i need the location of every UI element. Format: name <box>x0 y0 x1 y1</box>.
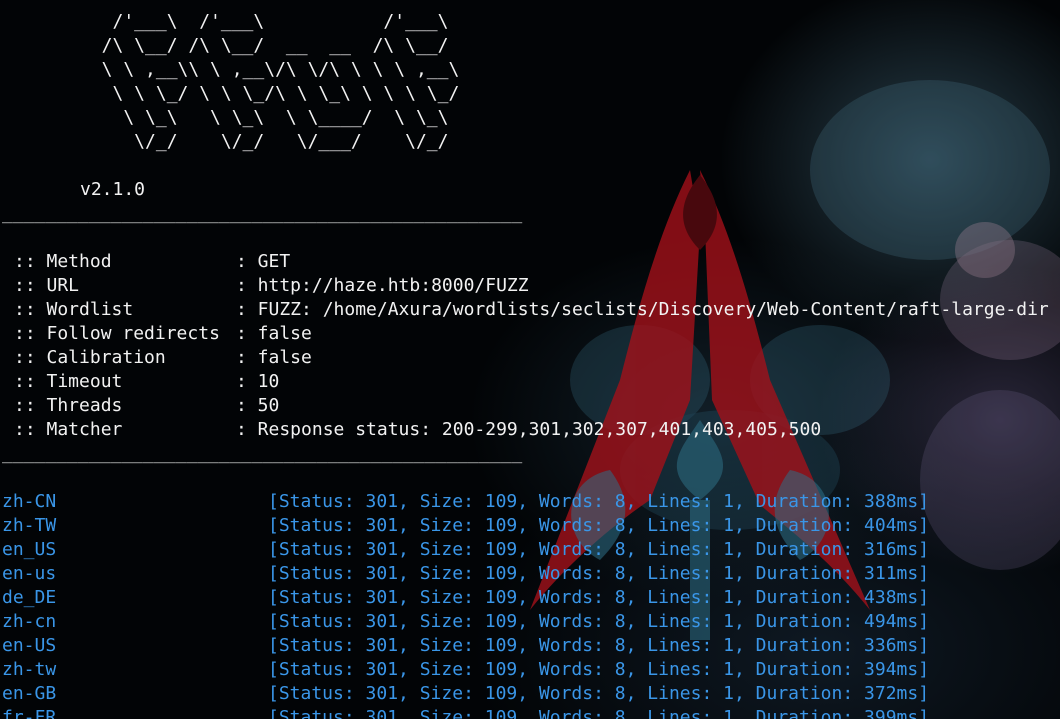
config-value: : Response status: 200-299,301,302,307,4… <box>236 419 822 440</box>
result-word: en_US <box>2 539 57 560</box>
config-value: : 50 <box>236 395 280 416</box>
result-status: [Status: 301, Size: 109, Words: 8, Lines… <box>268 659 930 680</box>
result-status: [Status: 301, Size: 109, Words: 8, Lines… <box>268 563 930 584</box>
result-status: [Status: 301, Size: 109, Words: 8, Lines… <box>268 611 930 632</box>
terminal-window[interactable]: /'___\ /'___\ /'___\ /\ \__/ /\ \__/ __ … <box>0 0 1060 719</box>
result-row: zh-tw [Status: 301, Size: 109, Words: 8, … <box>2 658 929 682</box>
config-row-matcher: :: Matcher : Response status: 200-299,301… <box>14 418 821 442</box>
result-word: en-GB <box>2 683 57 704</box>
config-value: : GET <box>236 251 291 272</box>
result-status: [Status: 301, Size: 109, Words: 8, Lines… <box>268 539 930 560</box>
config-row-method: :: Method : GET <box>14 250 290 274</box>
version-label: v2.1.0 <box>80 179 146 200</box>
ffuf-ascii-banner-line: /'___\ /'___\ /'___\ <box>80 11 449 32</box>
result-status: [Status: 301, Size: 109, Words: 8, Lines… <box>268 683 930 704</box>
config-key: :: Method <box>14 251 112 272</box>
config-value: : false <box>236 323 312 344</box>
config-key: :: Timeout <box>14 371 123 392</box>
result-word: de_DE <box>2 587 57 608</box>
config-key: :: Follow redirects <box>14 323 220 344</box>
config-key: :: Matcher <box>14 419 123 440</box>
ffuf-ascii-banner-line: \ \ \_/ \ \ \_/\ \ \_\ \ \ \ \_/ <box>80 83 460 104</box>
result-row: zh-CN [Status: 301, Size: 109, Words: 8, … <box>2 490 929 514</box>
result-row: en-us [Status: 301, Size: 109, Words: 8, … <box>2 562 929 586</box>
separator-line: ________________________________________… <box>2 203 523 224</box>
config-row-follow-redirects: :: Follow redirects : false <box>14 322 312 346</box>
config-row-timeout: :: Timeout : 10 <box>14 370 279 394</box>
config-row-url: :: URL : http://haze.htb:8000/FUZZ <box>14 274 529 298</box>
config-row-calibration: :: Calibration : false <box>14 346 312 370</box>
result-word: fr-FR <box>2 707 57 719</box>
ffuf-ascii-banner-line: /\ \__/ /\ \__/ __ __ /\ \__/ <box>80 35 449 56</box>
config-row-threads: :: Threads : 50 <box>14 394 279 418</box>
result-row: zh-TW [Status: 301, Size: 109, Words: 8, … <box>2 514 929 538</box>
result-status: [Status: 301, Size: 109, Words: 8, Lines… <box>268 707 930 719</box>
result-word: zh-TW <box>2 515 57 536</box>
ffuf-ascii-banner-line: \/_/ \/_/ \/___/ \/_/ <box>80 131 449 152</box>
result-row: en-GB [Status: 301, Size: 109, Words: 8, … <box>2 682 929 706</box>
result-status: [Status: 301, Size: 109, Words: 8, Lines… <box>268 587 930 608</box>
config-key: :: URL <box>14 275 80 296</box>
result-row: de_DE [Status: 301, Size: 109, Words: 8, … <box>2 586 929 610</box>
terminal-output: /'___\ /'___\ /'___\ /\ \__/ /\ \__/ __ … <box>0 0 1060 719</box>
result-word: zh-CN <box>2 491 57 512</box>
config-key: :: Calibration <box>14 347 166 368</box>
result-row: en-US [Status: 301, Size: 109, Words: 8, … <box>2 634 929 658</box>
config-value: : 10 <box>236 371 280 392</box>
config-key: :: Threads <box>14 395 123 416</box>
result-word: en-us <box>2 563 57 584</box>
separator-line: ________________________________________… <box>2 443 523 464</box>
result-word: zh-tw <box>2 659 57 680</box>
result-row: fr-FR [Status: 301, Size: 109, Words: 8, … <box>2 706 929 719</box>
config-value: : false <box>236 347 312 368</box>
config-key: :: Wordlist <box>14 299 134 320</box>
result-row: zh-cn [Status: 301, Size: 109, Words: 8, … <box>2 610 929 634</box>
result-word: en-US <box>2 635 57 656</box>
config-row-wordlist: :: Wordlist : FUZZ: /home/Axura/wordlists… <box>14 298 1049 322</box>
result-status: [Status: 301, Size: 109, Words: 8, Lines… <box>268 515 930 536</box>
result-word: zh-cn <box>2 611 57 632</box>
config-value: : FUZZ: /home/Axura/wordlists/seclists/D… <box>236 299 1049 320</box>
result-status: [Status: 301, Size: 109, Words: 8, Lines… <box>268 635 930 656</box>
result-status: [Status: 301, Size: 109, Words: 8, Lines… <box>268 491 930 512</box>
config-value: : http://haze.htb:8000/FUZZ <box>236 275 529 296</box>
result-row: en_US [Status: 301, Size: 109, Words: 8, … <box>2 538 929 562</box>
ffuf-ascii-banner-line: \ \_\ \ \_\ \ \____/ \ \_\ <box>80 107 449 128</box>
ffuf-ascii-banner-line: \ \ ,__\\ \ ,__\/\ \/\ \ \ \ ,__\ <box>80 59 460 80</box>
